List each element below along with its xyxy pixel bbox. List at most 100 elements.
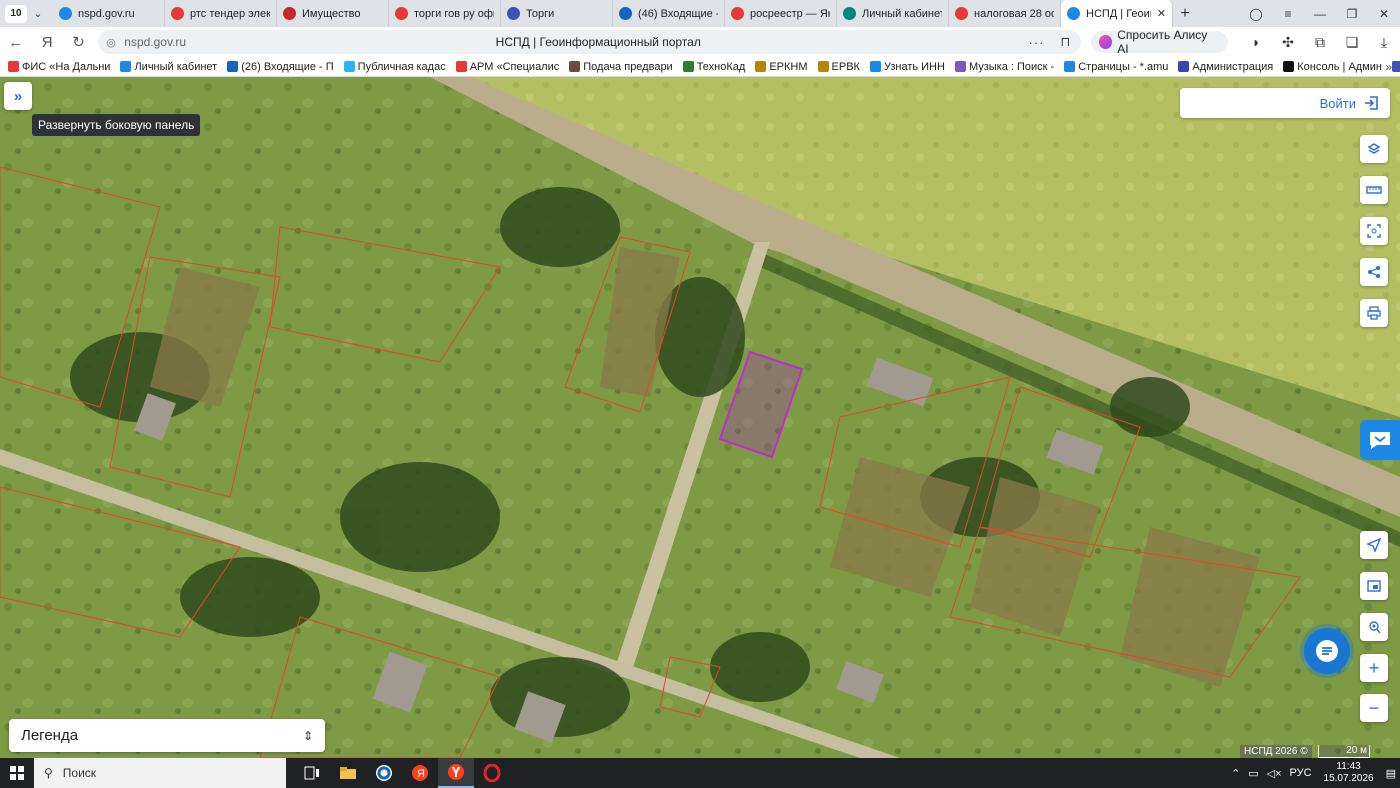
satellite-map[interactable] (0, 77, 1400, 758)
bookmark-item[interactable]: ФИС «На Дальни (8, 61, 110, 73)
new-tab-button[interactable]: + (1173, 5, 1197, 23)
profile-icon[interactable]: ◯ (1240, 7, 1272, 21)
locate-button[interactable] (1360, 531, 1388, 559)
bookmark-item[interactable]: АРМ «Специалис (455, 61, 559, 73)
tab-favicon-icon (507, 7, 520, 20)
reload-button[interactable]: ↻ (63, 33, 94, 51)
bookmark-label: ЕРВК (831, 60, 860, 73)
bookmark-item[interactable]: Узнать ИНН (869, 61, 945, 73)
extension-icons: ◗ ✣ ⧉ ❏ ⤓ (1240, 34, 1400, 51)
close-window-button[interactable]: ✕ (1368, 7, 1400, 21)
tab-favicon-icon (843, 7, 856, 20)
file-explorer-icon[interactable] (330, 758, 366, 788)
bookmarks-overflow-icon[interactable]: » (1385, 60, 1392, 74)
tab-item[interactable]: ртс тендер электр (165, 0, 277, 27)
tab-item[interactable]: Торги (501, 0, 613, 27)
collections-icon[interactable]: ❏ (1336, 34, 1368, 51)
bookmark-item[interactable]: ЕРКНМ (755, 61, 808, 73)
tray-chevron-icon[interactable]: ⌃ (1231, 767, 1240, 780)
pin-search-button[interactable] (1360, 613, 1388, 641)
zoom-out-button[interactable]: − (1360, 694, 1388, 722)
yandex-browser-icon[interactable] (438, 758, 474, 788)
yandex-button[interactable]: Я (31, 34, 62, 51)
downloads-icon[interactable]: ⤓ (1368, 34, 1400, 51)
bookmark-label: ТехноКад (696, 60, 746, 73)
login-button[interactable]: Войти (1180, 88, 1390, 118)
tab-item[interactable]: торги гов ру офи (389, 0, 501, 27)
svg-text:Я: Я (417, 768, 425, 780)
os-taskbar: ⚲ Поиск Я ⌃ ▭ ◁× РУС 11:43 15.07.2026 ▤ (0, 758, 1400, 788)
back-button[interactable]: ← (0, 34, 31, 51)
task-view-icon[interactable] (294, 758, 330, 788)
vpn-icon[interactable]: ◗ (1240, 34, 1272, 51)
tab-item[interactable]: НСПД | Геоинф ✕ (1061, 0, 1173, 27)
bookmark-icon[interactable]: ⊓ (1060, 34, 1070, 50)
bookmark-label: Личный кабинет (134, 60, 218, 73)
bookmark-favicon-icon (817, 61, 829, 72)
tab-list-chevron-icon[interactable]: ⌄ (27, 7, 49, 20)
restore-button[interactable]: ❐ (1336, 7, 1368, 21)
clock[interactable]: 11:43 15.07.2026 (1324, 761, 1374, 785)
map-view[interactable]: » Развернуть боковую панель Войти + − Ле… (0, 77, 1400, 758)
minimap-button[interactable] (1360, 572, 1388, 600)
app-c-icon[interactable] (366, 758, 402, 788)
bookmark-item[interactable]: ЕРВК (817, 60, 860, 73)
yandex-icon[interactable]: Я (402, 758, 438, 788)
bookmark-item[interactable]: Администрация (1178, 61, 1273, 73)
bookmark-item[interactable]: Страницы - *.amu (1064, 61, 1168, 73)
tab-item[interactable]: Имущество (277, 0, 389, 27)
bookmark-item[interactable]: Личный кабинет (120, 61, 217, 73)
extension-icon[interactable]: ✣ (1272, 34, 1304, 51)
bookmark-item[interactable]: Подача предвари (569, 61, 673, 73)
assistant-side-tab[interactable] (1360, 420, 1400, 460)
legend-panel[interactable]: Легенда ⇕ (9, 719, 325, 752)
expand-sidebar-button[interactable]: » (4, 82, 32, 110)
bookmark-favicon-icon (343, 61, 355, 72)
assistant-icon (1370, 432, 1390, 449)
bookmark-item[interactable]: ТехноКад (682, 60, 746, 73)
login-icon (1365, 96, 1378, 110)
tab-item[interactable]: (46) Входящие - П (613, 0, 725, 27)
bookmark-item[interactable]: Музыка : Поиск - (954, 61, 1054, 73)
tab-item[interactable]: Личный кабинет (837, 0, 949, 27)
tab-item[interactable]: nspd.gov.ru (53, 0, 165, 27)
notifications-icon[interactable]: ▤ (1386, 767, 1396, 780)
menu-icon[interactable]: ≡ (1272, 7, 1304, 21)
page-title: НСПД | Геоинформационный портал (495, 35, 701, 49)
share-button[interactable] (1360, 258, 1388, 286)
more-icon[interactable]: ··· (1029, 35, 1045, 50)
opera-icon[interactable] (474, 758, 510, 788)
bookmark-item[interactable]: (26) Входящие - П (227, 61, 334, 73)
tab-label: Торги (526, 7, 555, 20)
bookmark-label: Страницы - *.amu (1078, 60, 1169, 73)
bookmark-label: Администрация (1192, 60, 1274, 73)
tab-item[interactable]: росреестр — Янд (725, 0, 837, 27)
print-button[interactable] (1360, 299, 1388, 327)
ruler-button[interactable] (1360, 176, 1388, 204)
layers-button[interactable] (1360, 135, 1388, 163)
volume-icon[interactable]: ◁× (1267, 767, 1282, 780)
close-tab-icon[interactable]: ✕ (1157, 7, 1166, 20)
zoom-in-button[interactable]: + (1360, 654, 1388, 682)
bookmark-favicon-icon (455, 61, 467, 72)
tab-counter[interactable]: 10 (5, 4, 27, 23)
select-area-button[interactable] (1360, 217, 1388, 245)
language-indicator[interactable]: РУС (1290, 767, 1312, 779)
taskbar-search[interactable]: ⚲ Поиск (34, 758, 286, 788)
tab-item[interactable]: налоговая 28 офи (949, 0, 1061, 27)
start-button[interactable] (0, 758, 34, 788)
chat-button[interactable] (1304, 628, 1350, 674)
puzzle-icon[interactable]: ⧉ (1304, 34, 1336, 51)
minimize-button[interactable]: — (1304, 7, 1336, 21)
url-field[interactable]: ◎ nspd.gov.ru НСПД | Геоинформационный п… (98, 30, 1081, 54)
bookmark-item[interactable]: Публичная кадас (343, 61, 446, 73)
tab-label: росреестр — Янд (750, 7, 830, 20)
zoom-in-icon: + (1368, 657, 1380, 678)
bookmark-item[interactable]: Консоль | Админ (1283, 61, 1382, 73)
bookmark-item[interactable]: ГИС Торги - (1392, 61, 1400, 73)
network-icon[interactable]: ▭ (1248, 767, 1258, 780)
site-info-icon[interactable]: ◎ (106, 36, 120, 49)
ask-alice-button[interactable]: Спросить Алису AI (1090, 28, 1228, 56)
tab-label: nspd.gov.ru (78, 7, 135, 20)
expand-chevron-icon[interactable]: ⇕ (303, 729, 313, 743)
